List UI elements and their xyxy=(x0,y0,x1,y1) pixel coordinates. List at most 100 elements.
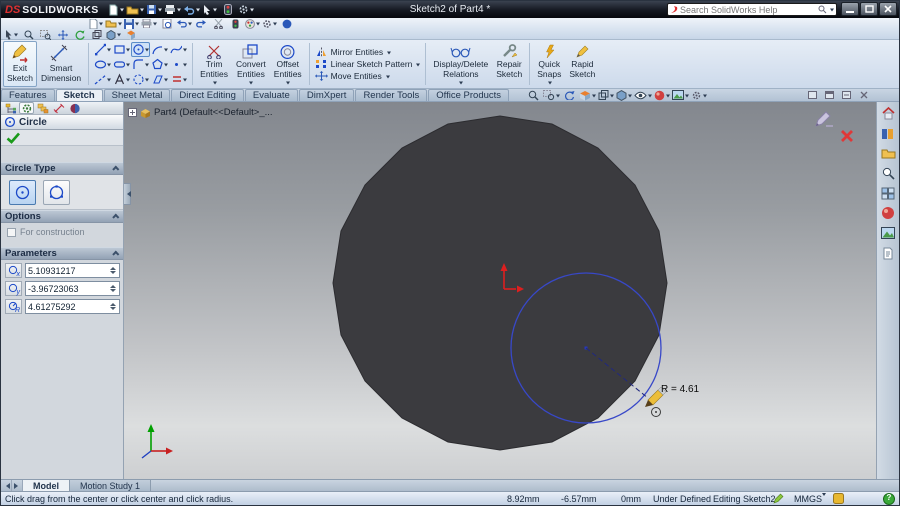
mirror-entities-button[interactable]: Mirror Entities xyxy=(313,47,423,57)
plane-tool-icon[interactable] xyxy=(150,72,169,87)
rebuild-icon[interactable] xyxy=(228,18,243,30)
parameters-section-header[interactable]: Parameters xyxy=(1,247,123,260)
print-icon[interactable] xyxy=(164,2,181,17)
perimeter-circle-button[interactable] xyxy=(43,179,70,205)
rebuild-icon[interactable] xyxy=(220,2,236,17)
configuration-manager-tab-icon[interactable] xyxy=(35,102,50,114)
display-style-icon[interactable] xyxy=(616,89,633,101)
smart-dimension-button[interactable]: Smart Dimension xyxy=(37,41,85,87)
slot-tool-icon[interactable] xyxy=(112,57,131,72)
tree-expand-icon[interactable] xyxy=(128,108,137,117)
offset-entities-button[interactable]: Offset Entities xyxy=(270,41,306,87)
apply-scene-icon[interactable] xyxy=(672,89,690,101)
section-view-icon[interactable] xyxy=(579,89,597,101)
previous-view-icon[interactable] xyxy=(562,89,577,101)
motion-study-tab[interactable]: Motion Study 1 xyxy=(70,480,152,491)
view-settings-icon[interactable] xyxy=(691,89,708,101)
radius-spinner[interactable] xyxy=(110,300,117,313)
rectangle-tool-icon[interactable] xyxy=(112,42,131,57)
search-input[interactable] xyxy=(680,4,816,15)
center-y-spinner[interactable] xyxy=(110,282,117,295)
undo-icon[interactable] xyxy=(176,18,192,30)
units-readout[interactable]: MMGS xyxy=(794,494,822,504)
line-tool-icon[interactable] xyxy=(93,42,112,57)
tab-scroll-right-button[interactable] xyxy=(12,480,23,491)
redo-icon[interactable] xyxy=(194,18,209,30)
help-icon[interactable] xyxy=(279,18,294,30)
panel-collapse-handle[interactable] xyxy=(124,183,131,205)
repair-sketch-button[interactable]: Repair Sketch xyxy=(492,41,526,87)
select-icon[interactable] xyxy=(202,2,218,17)
ok-check-icon[interactable] xyxy=(6,132,21,144)
dimxpert-manager-tab-icon[interactable] xyxy=(51,102,66,114)
radius-field[interactable]: 4.61275292 xyxy=(25,299,120,314)
tab-render-tools[interactable]: Render Tools xyxy=(355,89,428,101)
tab-direct-editing[interactable]: Direct Editing xyxy=(171,89,244,101)
search-results-icon[interactable] xyxy=(880,165,897,181)
tab-sheet-metal[interactable]: Sheet Metal xyxy=(103,89,171,101)
spline-tool-icon[interactable] xyxy=(169,42,188,57)
zoom-area-icon[interactable] xyxy=(543,89,561,101)
print-preview-icon[interactable] xyxy=(159,18,174,30)
solidworks-resources-icon[interactable] xyxy=(880,105,897,121)
centerline-tool-icon[interactable] xyxy=(93,72,112,87)
view-palette-icon[interactable] xyxy=(880,185,897,201)
file-explorer-icon[interactable] xyxy=(880,145,897,161)
help-button[interactable]: ? xyxy=(883,493,895,505)
expand-pane-icon[interactable] xyxy=(839,89,854,101)
zoom-fit-icon[interactable] xyxy=(21,29,36,41)
zoom-fit-icon[interactable] xyxy=(526,89,541,101)
text-tool-icon[interactable] xyxy=(112,72,131,87)
close-button[interactable] xyxy=(879,2,897,16)
new-document-icon[interactable] xyxy=(108,2,124,17)
confirm-sketch-icon[interactable] xyxy=(812,108,836,133)
tab-dimxpert[interactable]: DimXpert xyxy=(298,89,355,101)
center-x-field[interactable]: 5.10931217 xyxy=(25,263,120,278)
options-icon[interactable] xyxy=(262,18,277,30)
edit-appearance-icon[interactable] xyxy=(654,89,671,101)
search-scope-dropdown-icon[interactable] xyxy=(830,8,834,14)
quick-snaps-button[interactable]: Quick Snaps xyxy=(533,41,565,87)
pan-icon[interactable] xyxy=(55,29,70,41)
tab-office-products[interactable]: Office Products xyxy=(428,89,510,101)
units-dropdown-icon[interactable] xyxy=(821,493,826,505)
save-icon[interactable] xyxy=(146,2,162,17)
minimize-button[interactable] xyxy=(841,2,859,16)
feature-manager-tab-icon[interactable] xyxy=(3,102,18,114)
ellipse-tool-icon[interactable] xyxy=(93,57,112,72)
pin-icon[interactable] xyxy=(822,89,837,101)
undock-icon[interactable] xyxy=(805,89,820,101)
center-x-spinner[interactable] xyxy=(110,264,117,277)
feature-tree-breadcrumb[interactable]: Part4 (Default<<Default>_... xyxy=(128,107,273,118)
tab-scroll-left-button[interactable] xyxy=(1,480,12,491)
trim-entities-button[interactable]: Trim Entities xyxy=(196,41,232,87)
close-pane-icon[interactable] xyxy=(856,89,871,101)
view-orientation-icon[interactable] xyxy=(598,89,615,101)
property-manager-tab-icon[interactable] xyxy=(19,102,34,114)
cancel-sketch-icon[interactable] xyxy=(840,129,854,146)
center-y-field[interactable]: -3.96723063 xyxy=(25,281,120,296)
section-view-icon[interactable] xyxy=(123,29,138,41)
center-circle-button[interactable] xyxy=(9,179,36,205)
custom-properties-icon[interactable] xyxy=(880,245,897,261)
tab-evaluate[interactable]: Evaluate xyxy=(244,89,298,101)
rotate-view-icon[interactable] xyxy=(72,29,87,41)
edit-color-icon[interactable] xyxy=(245,18,260,30)
equation-tool-icon[interactable] xyxy=(169,72,188,87)
arc-tool-icon[interactable] xyxy=(150,42,169,57)
print-icon[interactable] xyxy=(141,18,157,30)
restore-button[interactable] xyxy=(860,2,878,16)
sketch-canvas[interactable] xyxy=(124,102,876,479)
display-delete-relations-button[interactable]: Display/Delete Relations xyxy=(429,41,492,87)
exit-sketch-button[interactable]: Exit Sketch xyxy=(3,41,37,87)
construction-circle-tool-icon[interactable] xyxy=(131,72,150,87)
rapid-sketch-button[interactable]: Rapid Sketch xyxy=(565,41,599,87)
options-icon[interactable] xyxy=(238,2,254,17)
cut-icon[interactable] xyxy=(211,18,226,30)
wireframe-icon[interactable] xyxy=(89,29,104,41)
point-tool-icon[interactable] xyxy=(169,57,188,72)
undo-icon[interactable] xyxy=(183,2,200,17)
model-tab[interactable]: Model xyxy=(23,480,70,491)
hide-show-items-icon[interactable] xyxy=(634,89,653,101)
help-search-box[interactable] xyxy=(667,3,837,16)
